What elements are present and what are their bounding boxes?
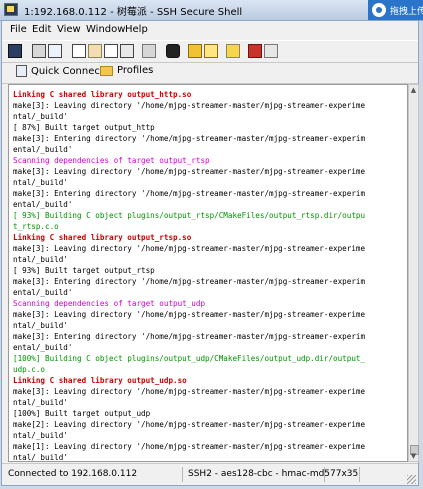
profiles-label: Profiles (117, 65, 154, 76)
upload-widget[interactable]: 拖拽上传 (368, 0, 423, 20)
terminal-line: ental/_build' (13, 145, 73, 154)
terminal-line: [ 93%] Built target output_rtsp (13, 266, 155, 275)
cut-icon[interactable] (120, 44, 134, 58)
toolbar (2, 40, 418, 63)
terminal-line: [100%] Built target output_udp (13, 409, 151, 418)
terminal-line: ntal/_build' (13, 178, 68, 187)
save-icon[interactable] (8, 44, 22, 58)
scroll-down-icon[interactable]: ▼ (409, 451, 418, 461)
terminal-output[interactable]: Linking C shared library output_http.som… (8, 84, 408, 462)
upload-label: 拖拽上传 (390, 7, 423, 17)
terminal-line: make[3]: Leaving directory '/home/mjpg-s… (13, 167, 366, 176)
protocol-status: SSH2 - aes128-cbc - hmac-md5 (188, 469, 331, 479)
terminal-line: make[3]: Leaving directory '/home/mjpg-s… (13, 244, 366, 253)
terminal-line: ental/_build' (13, 343, 73, 352)
terminal-line: Scanning dependencies of target output_u… (13, 299, 206, 308)
terminal-line: [ 87%] Built target output_http (13, 123, 155, 132)
terminal-line: make[3]: Leaving directory '/home/mjpg-s… (13, 310, 366, 319)
app-icon (4, 3, 18, 16)
terminal-line: make[3]: Leaving directory '/home/mjpg-s… (13, 101, 366, 110)
terminal-line: make[1]: Leaving directory '/home/mjpg-s… (13, 442, 366, 451)
terminal-line: make[3]: Entering directory '/home/mjpg-… (13, 134, 366, 143)
ssh-window: File Edit View Window Help Quick Connect… (1, 20, 419, 486)
find-icon[interactable] (104, 44, 118, 58)
help-icon[interactable] (264, 44, 278, 58)
terminal-line: udp.c.o (13, 365, 46, 374)
status-bar: Connected to 192.168.0.112 SSH2 - aes128… (2, 463, 418, 486)
terminal-line: Linking C shared library output_rtsp.so (13, 233, 192, 242)
menu-help[interactable]: Help (125, 24, 148, 35)
vertical-scrollbar[interactable]: ▲ ▼ (408, 84, 419, 462)
terminal-line: [100%] Building C object plugins/output_… (13, 354, 366, 363)
profiles-button[interactable]: Profiles (100, 65, 153, 76)
window-title: 1:192.168.0.112 - 树莓派 - SSH Secure Shell (24, 7, 243, 18)
terminal-line: Scanning dependencies of target output_r… (13, 156, 210, 165)
terminal-line: make[2]: Leaving directory '/home/mjpg-s… (13, 420, 366, 429)
new-terminal-icon[interactable] (204, 44, 218, 58)
menu-edit[interactable]: Edit (32, 24, 51, 35)
terminal-line: ental/_build' (13, 200, 73, 209)
copy-icon[interactable] (72, 44, 86, 58)
terminal-line: ental/_build' (13, 288, 73, 297)
paste-icon[interactable] (88, 44, 102, 58)
quick-connect-label: Quick Connect (31, 65, 104, 77)
print-preview-icon[interactable] (48, 44, 62, 58)
terminal-line: ntal/_build' (13, 255, 68, 264)
terminal-line: Linking C shared library output_udp.so (13, 376, 187, 385)
terminal-line: ntal/_build' (13, 453, 68, 462)
menu-bar: File Edit View Window Help (2, 21, 418, 40)
connection-status: Connected to 192.168.0.112 (8, 469, 138, 479)
quick-connect-icon (16, 65, 27, 77)
resize-grip[interactable] (407, 475, 416, 484)
quick-connect-button[interactable]: Quick Connect (16, 65, 104, 77)
new-file-transfer-icon[interactable] (226, 44, 240, 58)
scroll-up-icon[interactable]: ▲ (409, 85, 418, 95)
terminal-line: make[3]: Entering directory '/home/mjpg-… (13, 277, 366, 286)
settings-icon[interactable] (142, 44, 156, 58)
title-bar: 1:192.168.0.112 - 树莓派 - SSH Secure Shell… (0, 0, 423, 21)
folder-icon (100, 65, 113, 76)
menu-file[interactable]: File (10, 24, 27, 35)
terminal-line: ntal/_build' (13, 398, 68, 407)
terminal-size: 77x35 (330, 469, 359, 479)
menu-window[interactable]: Window (86, 24, 125, 35)
terminal-line: Linking C shared library output_http.so (13, 90, 192, 99)
find-binoculars-icon[interactable] (166, 44, 180, 58)
terminal-line: make[3]: Leaving directory '/home/mjpg-s… (13, 387, 366, 396)
terminal-line: make[3]: Entering directory '/home/mjpg-… (13, 189, 366, 198)
key-icon[interactable] (188, 44, 202, 58)
cloud-icon (372, 3, 386, 17)
terminal-line: [ 93%] Building C object plugins/output_… (13, 211, 366, 220)
terminal-line: make[3]: Entering directory '/home/mjpg-… (13, 332, 366, 341)
terminal-line: ntal/_build' (13, 112, 68, 121)
print-icon[interactable] (32, 44, 46, 58)
profile-edit-icon[interactable] (248, 44, 262, 58)
terminal-line: ntal/_build' (13, 321, 68, 330)
terminal-line: ntal/_build' (13, 431, 68, 440)
terminal-line: t_rtsp.c.o (13, 222, 59, 231)
quick-bar: Quick Connect Profiles (2, 61, 418, 84)
menu-view[interactable]: View (57, 24, 81, 35)
